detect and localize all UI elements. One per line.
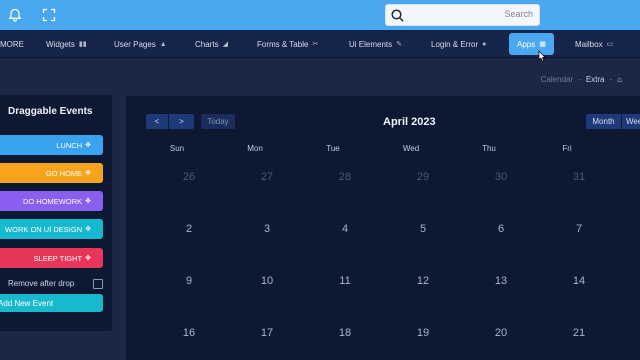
remove-after-drop-label: Remove after drop xyxy=(8,279,75,288)
day-cell[interactable]: 6 xyxy=(486,223,516,235)
day-cell[interactable]: 17 xyxy=(252,327,282,339)
event-label: GO HOME xyxy=(45,168,83,178)
day-cell[interactable]: 2 xyxy=(174,223,204,235)
fullscreen-icon[interactable] xyxy=(40,6,58,24)
day-cell[interactable]: 16 xyxy=(174,327,204,339)
day-cell[interactable]: 12 xyxy=(408,275,438,287)
search-placeholder: Search xyxy=(504,9,533,19)
nav-item-login-error[interactable]: Login & Error ● xyxy=(431,33,486,55)
nav-label: Mailbox xyxy=(575,39,603,49)
charts-icon: ◢ xyxy=(222,41,228,48)
day-cell[interactable]: 14 xyxy=(564,275,594,287)
weekday-tue: Tue xyxy=(326,144,340,153)
day-cell[interactable]: 29 xyxy=(408,171,438,183)
event-label: SLEEP TIGHT xyxy=(33,253,83,263)
weekday-sun: Sun xyxy=(169,144,185,153)
day-cell[interactable]: 30 xyxy=(486,171,516,183)
day-cell[interactable]: 27 xyxy=(252,171,282,183)
today-button[interactable]: Today xyxy=(201,114,235,129)
nav-label: Forms & Table xyxy=(257,39,309,49)
nav-label: User Pages xyxy=(114,39,156,49)
user-pages-icon: ▲ xyxy=(159,40,167,48)
breadcrumb-calendar[interactable]: Calendar xyxy=(541,75,573,84)
day-cell[interactable]: 28 xyxy=(330,171,360,183)
event-do-homework[interactable]: DO HOMEWORK ✥ xyxy=(0,191,103,211)
breadcrumb-separator: - xyxy=(578,75,581,84)
nav-label: Login & Error xyxy=(431,39,479,49)
prev-month-button[interactable]: < xyxy=(146,114,168,129)
forms-table-icon: ✂ xyxy=(312,41,319,48)
nav-label: MORE xyxy=(0,39,24,49)
day-cell[interactable]: 7 xyxy=(564,223,594,235)
nav-label: Charts xyxy=(195,39,219,49)
search-box[interactable]: Search xyxy=(385,4,540,26)
nav-label: Widgets xyxy=(46,39,75,49)
bell-icon[interactable] xyxy=(6,6,24,24)
day-cell[interactable]: 3 xyxy=(252,223,282,235)
calendar: < > Today April 2023 Month Week Sun Mon Tu… xyxy=(126,96,640,360)
remove-after-drop-checkbox[interactable] xyxy=(93,279,103,289)
add-new-event-button[interactable]: Add New Event xyxy=(0,294,103,312)
day-cell[interactable]: 31 xyxy=(564,171,594,183)
event-label: LUNCH xyxy=(56,140,83,150)
mailbox-icon: ▭ xyxy=(606,41,614,48)
pencil-icon: ✎ xyxy=(396,41,402,48)
event-label: DO HOMEWORK xyxy=(22,196,83,206)
weekday-fri: Fri xyxy=(562,144,572,153)
day-cell[interactable]: 9 xyxy=(174,275,204,287)
nav-label: Ui Elements xyxy=(349,39,393,49)
move-icon: ✥ xyxy=(85,142,91,149)
nav-label: Apps xyxy=(517,39,536,49)
next-month-button[interactable]: > xyxy=(169,114,194,129)
weekday-wed: Wed xyxy=(402,144,420,153)
mouse-pointer-icon xyxy=(538,50,547,62)
day-cell[interactable]: 5 xyxy=(408,223,438,235)
day-cell[interactable]: 11 xyxy=(330,275,360,287)
event-go-home[interactable]: GO HOME ✥ xyxy=(0,163,103,183)
day-cell[interactable]: 20 xyxy=(486,327,516,339)
nav-item-more[interactable]: MORE xyxy=(0,33,24,55)
events-title: Draggable Events xyxy=(8,106,93,117)
event-label: WORK ON UI DESIGN xyxy=(5,224,83,234)
day-cell[interactable]: 19 xyxy=(408,327,438,339)
breadcrumb: Calendar - Extra - ⌂ xyxy=(541,75,622,84)
day-cell[interactable]: 18 xyxy=(330,327,360,339)
month-view-button[interactable]: Month xyxy=(586,114,621,129)
day-cell[interactable]: 13 xyxy=(486,275,516,287)
day-cell[interactable]: 10 xyxy=(252,275,282,287)
event-lunch[interactable]: LUNCH ✥ xyxy=(0,135,103,155)
calendar-title: April 2023 xyxy=(383,116,436,128)
top-bar: Search xyxy=(0,0,640,30)
day-cell[interactable]: 4 xyxy=(330,223,360,235)
nav-item-forms-table[interactable]: Forms & Table ✂ xyxy=(257,33,318,55)
home-icon[interactable]: ⌂ xyxy=(617,75,622,84)
app-root: Search MORE Widgets ▮▮ User Pages ▲ Char… xyxy=(0,0,640,360)
move-icon: ✥ xyxy=(85,198,91,205)
move-icon: ✥ xyxy=(85,226,91,233)
nav-item-user-pages[interactable]: User Pages ▲ xyxy=(114,33,167,55)
apps-grid-icon: ▦ xyxy=(539,41,546,48)
nav-item-apps[interactable]: Apps ▦ xyxy=(509,33,554,55)
draggable-events-panel: Draggable Events LUNCH ✥ GO HOME ✥ DO HO… xyxy=(0,95,112,331)
search-icon xyxy=(390,8,405,23)
nav-item-mailbox[interactable]: Mailbox ▭ xyxy=(575,33,613,55)
week-view-button[interactable]: Week xyxy=(622,114,640,129)
breadcrumb-extra: Extra xyxy=(585,75,605,84)
day-cell[interactable]: 21 xyxy=(564,327,594,339)
nav-item-widgets[interactable]: Widgets ▮▮ xyxy=(46,33,87,55)
day-cell[interactable]: 26 xyxy=(174,171,204,183)
breadcrumb-separator: - xyxy=(609,75,613,84)
event-work-on-ui-design[interactable]: WORK ON UI DESIGN ✥ xyxy=(0,219,103,239)
event-sleep-tight[interactable]: SLEEP TIGHT ✥ xyxy=(0,248,103,268)
weekday-thu: Thu xyxy=(482,144,496,153)
weekday-mon: Mon xyxy=(247,144,263,153)
widgets-icon: ▮▮ xyxy=(78,41,87,48)
move-icon: ✥ xyxy=(85,255,91,262)
move-icon: ✥ xyxy=(85,170,91,177)
nav-item-charts[interactable]: Charts ◢ xyxy=(195,33,228,55)
error-icon: ● xyxy=(482,40,487,48)
nav-item-ui-elements[interactable]: Ui Elements ✎ xyxy=(349,33,402,55)
